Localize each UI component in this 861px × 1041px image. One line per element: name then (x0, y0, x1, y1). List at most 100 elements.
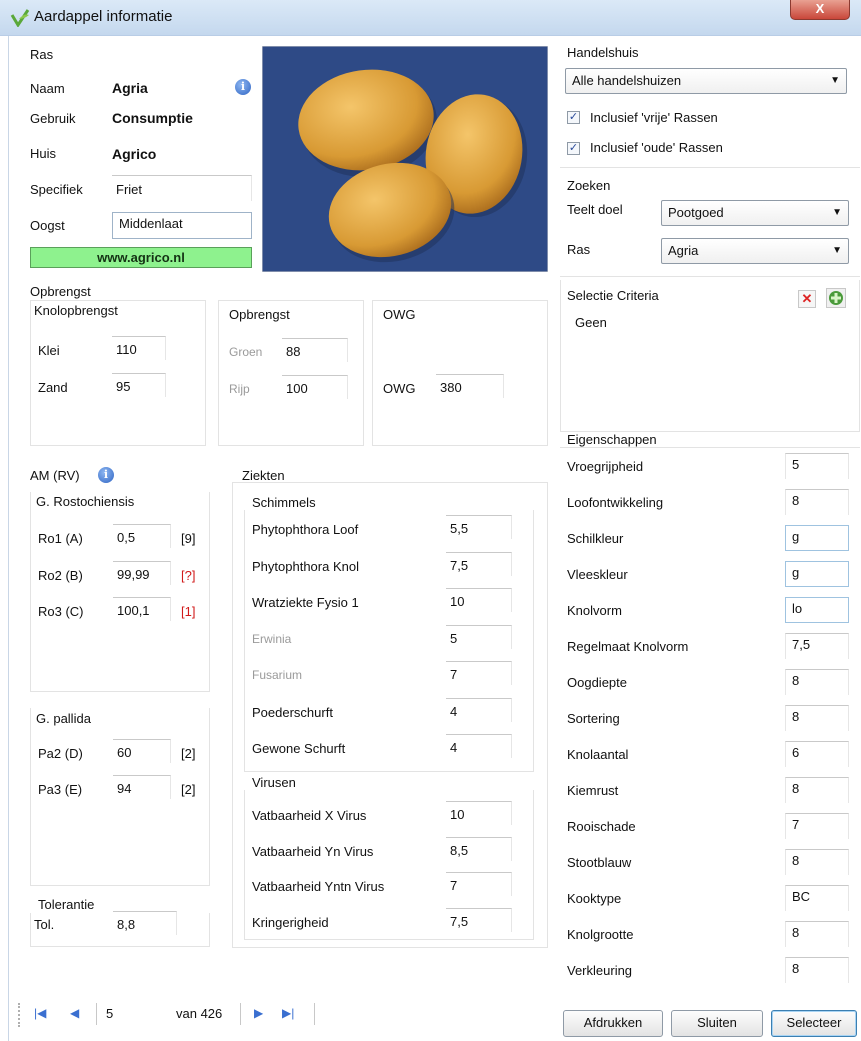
app-logo-icon (10, 9, 30, 27)
divider (240, 1003, 241, 1025)
record-position-input[interactable]: 5 (106, 1006, 113, 1021)
last-record-icon[interactable]: ▶| (282, 1006, 294, 1020)
list-item-label: Fusarium (252, 668, 303, 682)
list-item-label: Kooktype (567, 891, 622, 906)
list-item-value: 5 (785, 453, 849, 479)
selectie-panel (560, 280, 860, 432)
divider (560, 276, 860, 277)
chevron-down-icon: ▼ (832, 207, 842, 218)
select-button[interactable]: Selecteer (771, 1010, 857, 1037)
list-item-value: 7,5 (446, 907, 512, 932)
huis-label: Huis (30, 146, 57, 161)
huis-value: Agrico (112, 146, 157, 162)
divider (96, 1003, 97, 1025)
list-item-value: 8 (785, 489, 849, 515)
list-item-label: Wratziekte Fysio 1 (252, 595, 359, 610)
zand-label: Zand (38, 380, 68, 395)
gebruik-value: Consumptie (112, 110, 193, 126)
next-record-icon[interactable]: ▶ (254, 1006, 263, 1020)
eigenschappen-label: Eigenschappen (567, 432, 657, 447)
oude-rassen-checkbox[interactable]: ✓ (567, 142, 580, 155)
divider (560, 167, 860, 168)
handelshuis-select[interactable]: Alle handelshuizen ▼ (565, 68, 847, 94)
ras-section-label: Ras (30, 47, 54, 62)
close-button[interactable]: Sluiten (671, 1010, 763, 1037)
ziekten-section-label: Ziekten (242, 468, 285, 483)
table-row-code: [2] (181, 782, 196, 797)
list-item-label: Phytophthora Loof (252, 522, 359, 537)
list-item-value: 7 (446, 872, 512, 896)
info-icon[interactable]: i (235, 79, 251, 95)
rijp-label: Rijp (229, 382, 250, 396)
list-item-value: 8,5 (446, 836, 512, 861)
rijp-value: 100 (282, 375, 348, 399)
info-icon[interactable]: i (98, 467, 114, 483)
list-item-value: 5 (446, 624, 512, 649)
list-item-value: 8 (785, 669, 849, 695)
specifiek-value: Friet (112, 175, 252, 201)
list-item-label: Phytophthora Knol (252, 558, 359, 574)
table-row-value: 99,99 (113, 561, 171, 585)
table-row-value: 94 (113, 775, 171, 799)
handelshuis-label: Handelshuis (567, 45, 639, 60)
list-item-value[interactable]: lo (785, 597, 849, 623)
toolbar-grip (18, 1003, 22, 1027)
vrije-rassen-checkbox[interactable]: ✓ (567, 111, 580, 124)
list-item-label: Vleeskleur (567, 567, 628, 582)
record-total: van 426 (176, 1006, 223, 1021)
first-record-icon[interactable]: |◀ (34, 1006, 46, 1020)
vrije-rassen-label: Inclusief 'vrije' Rassen (590, 110, 718, 125)
list-item-label: Stootblauw (567, 855, 632, 870)
list-item-label: Knolaantal (567, 747, 629, 762)
am-section-label: AM (RV) (30, 468, 80, 483)
klei-value: 110 (112, 336, 166, 360)
list-item-value: 6 (785, 741, 849, 767)
opbrengst-section-label: Opbrengst (30, 284, 91, 299)
list-item-label: Gewone Schurft (252, 741, 346, 756)
table-row-code: [1] (181, 604, 196, 619)
list-item-label: Oogdiepte (567, 675, 627, 690)
teelt-doel-select[interactable]: Pootgoed ▼ (661, 200, 849, 226)
list-item-label: Vatbaarheid Yn Virus (252, 843, 374, 859)
table-row-label: Ro1 (A) (38, 531, 83, 546)
previous-record-icon[interactable]: ◀ (70, 1006, 79, 1020)
rostochiensis-panel (30, 492, 210, 692)
list-item-value: 4 (446, 697, 512, 722)
oogst-label: Oogst (30, 218, 65, 233)
tol-value: 8,8 (113, 911, 177, 935)
groen-value: 88 (282, 338, 348, 362)
list-item-value: 10 (446, 588, 512, 612)
list-item-value[interactable]: g (785, 561, 849, 587)
groen-label: Groen (229, 345, 263, 359)
website-link[interactable]: www.agrico.nl (30, 247, 252, 268)
zoeken-label: Zoeken (567, 178, 611, 193)
zand-value: 95 (112, 373, 166, 397)
window-title: Aardappel informatie (34, 8, 173, 25)
list-item-value: 7 (785, 813, 849, 839)
list-item-value: 7 (446, 661, 512, 685)
close-window-button[interactable]: X (790, 0, 850, 20)
list-item-label: Vroegrijpheid (567, 459, 644, 474)
ras-select[interactable]: Agria ▼ (661, 238, 849, 264)
list-item-value: 4 (446, 734, 512, 758)
list-item-label: Kiemrust (567, 783, 619, 798)
list-item-value: 5,5 (446, 515, 512, 539)
list-item-value[interactable]: g (785, 525, 849, 551)
list-item-label: Regelmaat Knolvorm (567, 639, 689, 654)
table-row-label: Ro2 (B) (38, 568, 83, 583)
oogst-field[interactable]: Middenlaat (112, 212, 252, 239)
table-row-label: Pa3 (E) (38, 782, 83, 797)
knolopbrengst-label: Knolopbrengst (34, 303, 118, 318)
list-item-value: 8 (785, 777, 849, 803)
list-item-label: Knolgrootte (567, 927, 634, 942)
list-item-label: Loofontwikkeling (567, 495, 664, 510)
list-item-label: Poederschurft (252, 704, 333, 720)
handelshuis-selected: Alle handelshuizen (572, 73, 682, 88)
print-button[interactable]: Afdrukken (563, 1010, 663, 1037)
list-item-value: BC (785, 885, 849, 911)
opbrengst-label: Opbrengst (229, 307, 290, 322)
owg-group-label: OWG (383, 307, 416, 322)
schimmels-label: Schimmels (252, 495, 316, 510)
list-item-label: Kringerigheid (252, 914, 329, 930)
chevron-down-icon: ▼ (830, 75, 840, 86)
